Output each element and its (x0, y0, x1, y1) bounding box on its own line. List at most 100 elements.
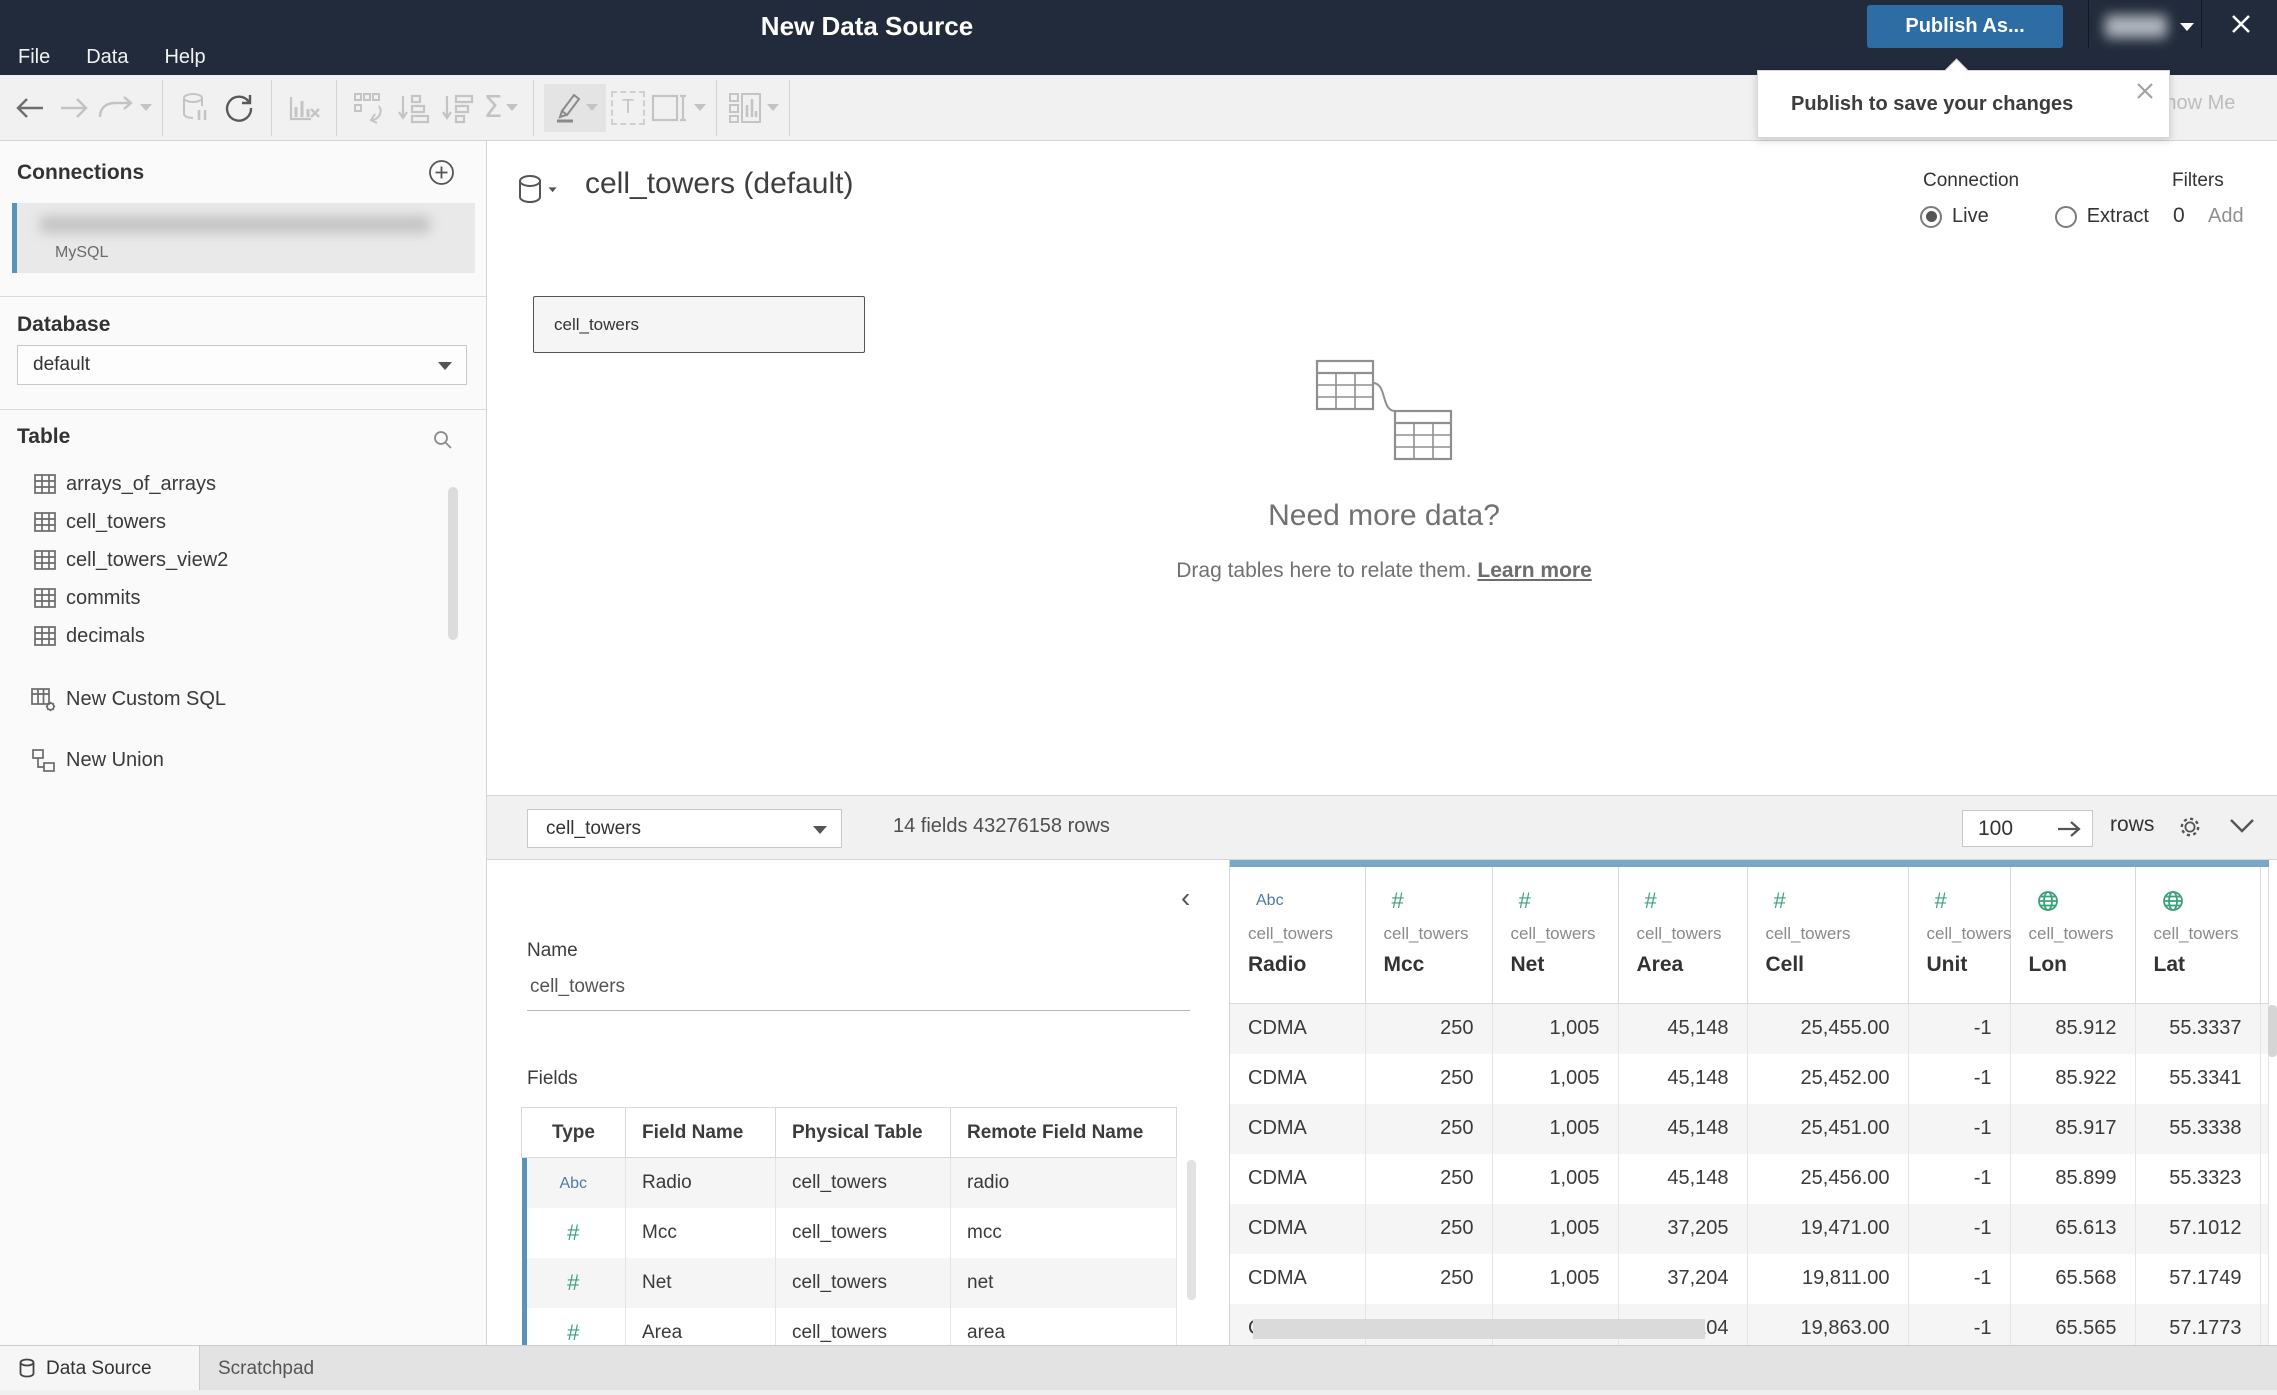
sort-ascending-button[interactable] (391, 84, 435, 132)
chevron-down-icon (2180, 23, 2194, 31)
database-select[interactable]: default (17, 345, 467, 385)
grid-cell-stub (2260, 1003, 2269, 1054)
table-search-button[interactable] (432, 429, 454, 451)
fields-rows-summary: 14 fields 43276158 rows (893, 815, 1110, 837)
totals-button[interactable]: Σ (479, 84, 523, 132)
connection-item[interactable]: MySQL (12, 203, 475, 273)
close-button[interactable] (2228, 6, 2264, 42)
refresh-button[interactable] (217, 84, 261, 132)
pause-updates-button[interactable] (173, 84, 217, 132)
chevron-down-icon (586, 104, 598, 111)
fields-row[interactable]: Abc Radio cell_towers radio (521, 1157, 1177, 1208)
sort-descending-button[interactable] (435, 84, 479, 132)
radio-option-live[interactable]: Live (1920, 205, 1989, 228)
grid-col-header-lon[interactable]: cell_towers Lon (2010, 860, 2136, 1004)
grid-cell: 25,452.00 (1747, 1053, 1909, 1104)
grid-col-header-unit[interactable]: # cell_towers Unit (1908, 860, 2012, 1004)
new-custom-sql[interactable]: New Custom SQL (0, 679, 470, 719)
search-icon (434, 431, 452, 449)
datasource-menu-button[interactable] (515, 173, 559, 209)
grid-col-name: Radio (1248, 953, 1307, 976)
fields-header-row: Type Field Name Physical Table Remote Field… (521, 1107, 1177, 1158)
grid-col-header-area[interactable]: # cell_towers Area (1618, 860, 1748, 1004)
table-grid-icon (34, 626, 56, 646)
grid-cell: 85.917 (2010, 1103, 2136, 1154)
fields-col-header: Remote Field Name (950, 1107, 1177, 1158)
grid-col-header-mcc[interactable]: # cell_towers Mcc (1365, 860, 1493, 1004)
menu-item-help[interactable]: Help (164, 46, 205, 69)
radio-extract[interactable] (2054, 205, 2077, 228)
grid-horizontal-scrollbar[interactable] (1253, 1319, 1705, 1339)
tab-scratchpad[interactable]: Scratchpad (218, 1346, 314, 1391)
grid-col-header-net[interactable]: # cell_towers Net (1492, 860, 1619, 1004)
grid-cell: 45,148 (1618, 1003, 1748, 1054)
fields-row[interactable]: # Net cell_towers net (521, 1257, 1177, 1308)
remote-field-cell: area (950, 1307, 1177, 1345)
table-list: arrays_of_arrays cell_towers cell_towers_v… (0, 465, 470, 655)
user-menu[interactable] (2100, 10, 2200, 42)
grid-cell: 1,005 (1492, 1053, 1619, 1104)
radio-live-selected[interactable] (1920, 205, 1942, 228)
radio-option-extract[interactable]: Extract (2054, 205, 2149, 228)
chevron-down-icon (140, 104, 152, 111)
fields-row[interactable]: # Mcc cell_towers mcc (521, 1207, 1177, 1258)
replay-button[interactable] (96, 84, 152, 132)
tooltip-close-button[interactable] (2135, 81, 2155, 101)
fields-row[interactable]: # Area cell_towers area (521, 1307, 1177, 1345)
menu-item-file[interactable]: File (18, 46, 50, 69)
tab-data-source[interactable]: Data Source (0, 1346, 200, 1391)
learn-more-link[interactable]: Learn more (1477, 559, 1591, 582)
sidebar-table-item[interactable]: cell_towers_view2 (0, 541, 470, 579)
grid-cell: 65.568 (2010, 1253, 2136, 1304)
toolbar-separator (271, 79, 272, 136)
show-cards-button[interactable] (727, 84, 779, 132)
sidebar: Connections MySQL Database default Table… (0, 141, 487, 1345)
grid-col-header-radio[interactable]: Abc cell_towers Radio (1230, 860, 1366, 1004)
grid-cell: 19,471.00 (1747, 1203, 1909, 1254)
grid-cell: 65.565 (2010, 1303, 2136, 1345)
apply-arrow-icon[interactable] (2056, 820, 2082, 838)
swap-rows-columns-button[interactable] (347, 84, 391, 132)
highlight-button[interactable] (544, 83, 606, 132)
grid-cell-stub (2260, 1053, 2269, 1104)
menu-item-data[interactable]: Data (86, 46, 128, 69)
collapse-panel-button[interactable]: ‹ (1181, 882, 1190, 914)
sidebar-table-item[interactable]: decimals (0, 617, 470, 655)
grid-col-header-stub (2260, 860, 2269, 1004)
grid-col-header-cell[interactable]: # cell_towers Cell (1747, 860, 1909, 1004)
table-list-scrollbar[interactable] (448, 487, 458, 640)
grid-cell: 25,451.00 (1747, 1103, 1909, 1154)
text-label-button[interactable]: T (606, 84, 650, 132)
type-string-icon: Abc (1256, 892, 1284, 909)
globe-icon (2037, 887, 2135, 915)
table-card[interactable]: cell_towers (533, 296, 865, 353)
grid-cell-stub (2260, 1153, 2269, 1204)
grid-cell: 45,148 (1618, 1103, 1748, 1154)
table-card-label: cell_towers (554, 314, 640, 334)
name-input[interactable]: cell_towers (530, 976, 625, 998)
fields-scrollbar[interactable] (1187, 1160, 1196, 1300)
preview-settings-button[interactable] (2177, 814, 2203, 840)
sidebar-table-item[interactable]: cell_towers (0, 503, 470, 541)
redo-button[interactable] (52, 84, 96, 132)
table-item-label: commits (66, 586, 141, 609)
toolbar-separator (533, 79, 534, 136)
sidebar-table-item[interactable]: arrays_of_arrays (0, 465, 470, 503)
publish-as-button[interactable]: Publish As... (1867, 5, 2063, 48)
grid-col-header-lat[interactable]: cell_towers Lat (2135, 860, 2261, 1004)
add-connection-button[interactable] (428, 159, 455, 186)
table-header: Table (17, 425, 71, 448)
sort-ascending-icon (398, 94, 430, 123)
grid-cell-stub (2260, 1103, 2269, 1154)
remote-field-cell: mcc (950, 1207, 1177, 1258)
fit-selector-button[interactable] (650, 84, 706, 132)
clear-sheet-button[interactable] (282, 84, 326, 132)
new-union[interactable]: New Union (0, 740, 470, 780)
sidebar-table-item[interactable]: commits (0, 579, 470, 617)
preview-table-select[interactable]: cell_towers (527, 809, 842, 848)
grid-vertical-scrollbar[interactable] (2268, 1005, 2277, 1057)
preview-collapse-button[interactable] (2229, 818, 2255, 834)
undo-button[interactable] (8, 84, 52, 132)
filters-add-button[interactable]: Add (2208, 205, 2244, 228)
row-limit-input[interactable]: 100 (1962, 810, 2093, 847)
